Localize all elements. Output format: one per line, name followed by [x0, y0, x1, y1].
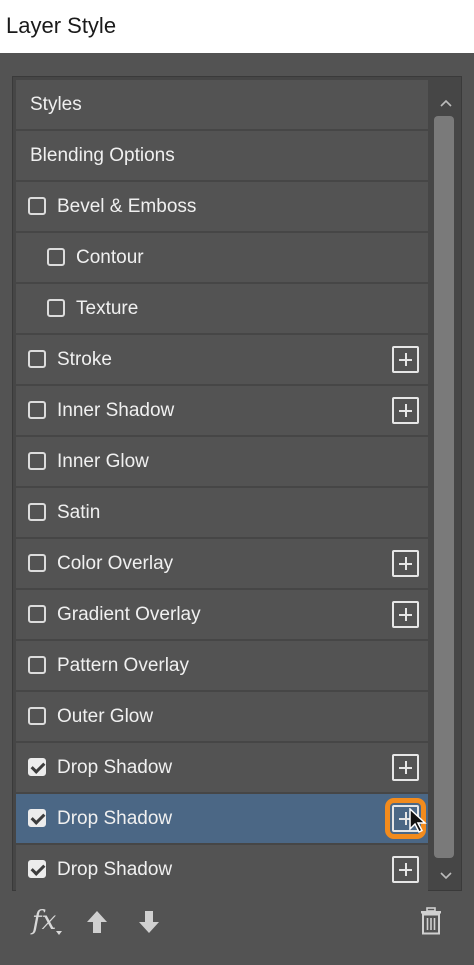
fx-caret-icon — [56, 931, 62, 935]
add-effect-plus-icon[interactable] — [392, 346, 419, 373]
style-row[interactable]: Color Overlay — [16, 539, 428, 588]
add-effect-plus-icon[interactable] — [392, 397, 419, 424]
style-row-label: Styles — [30, 94, 82, 115]
add-effect-plus-icon[interactable] — [392, 856, 419, 883]
style-row[interactable]: Inner Shadow — [16, 386, 428, 435]
style-row-label: Outer Glow — [57, 706, 154, 727]
checkbox[interactable] — [28, 605, 46, 623]
style-row[interactable]: Pattern Overlay — [16, 641, 428, 690]
style-row[interactable]: Drop Shadow — [16, 794, 428, 843]
scrollbar[interactable] — [433, 82, 459, 890]
trash-icon[interactable] — [418, 907, 444, 935]
style-row[interactable]: Inner Glow — [16, 437, 428, 486]
style-row-label: Blending Options — [30, 145, 175, 166]
checkbox[interactable] — [28, 452, 46, 470]
checkbox[interactable] — [28, 707, 46, 725]
style-row-label: Pattern Overlay — [57, 655, 189, 676]
style-row-label: Bevel & Emboss — [57, 196, 197, 217]
add-effect-plus-icon[interactable] — [392, 550, 419, 577]
style-row[interactable]: Drop Shadow — [16, 743, 428, 792]
checked-checkbox[interactable] — [28, 809, 46, 827]
style-row-label: Drop Shadow — [57, 859, 173, 880]
style-row-label: Satin — [57, 502, 101, 523]
panel-footer: fx — [0, 893, 474, 965]
style-row[interactable]: Texture — [16, 284, 428, 333]
style-row-label: Gradient Overlay — [57, 604, 201, 625]
style-row[interactable]: Outer Glow — [16, 692, 428, 741]
checkbox[interactable] — [28, 350, 46, 368]
add-effect-plus-icon[interactable] — [392, 754, 419, 781]
style-row-label: Inner Glow — [57, 451, 149, 472]
scrollbar-thumb[interactable] — [434, 116, 454, 858]
checkbox[interactable] — [28, 401, 46, 419]
checkbox[interactable] — [47, 248, 65, 266]
style-row-label: Stroke — [57, 349, 112, 370]
checkbox[interactable] — [47, 299, 65, 317]
fx-menu-icon[interactable]: fx — [32, 906, 56, 936]
checkbox[interactable] — [28, 197, 46, 215]
checked-checkbox[interactable] — [28, 860, 46, 878]
checked-checkbox[interactable] — [28, 758, 46, 776]
style-row-label: Color Overlay — [57, 553, 174, 574]
style-row-label: Contour — [76, 247, 144, 268]
style-list: Styles Blending Options Bevel & Emboss Cont… — [16, 80, 428, 894]
title-bar: Layer Style — [0, 0, 474, 53]
style-row-label: Inner Shadow — [57, 400, 175, 421]
checkbox[interactable] — [28, 503, 46, 521]
style-row-label: Drop Shadow — [57, 808, 173, 829]
move-up-icon[interactable] — [84, 909, 110, 935]
mouse-cursor-icon — [409, 808, 427, 834]
style-row[interactable]: Styles — [16, 80, 428, 129]
scroll-down-icon[interactable] — [433, 862, 459, 888]
checkbox[interactable] — [28, 554, 46, 572]
checkbox[interactable] — [28, 656, 46, 674]
style-row-label: Drop Shadow — [57, 757, 173, 778]
add-effect-plus-icon[interactable] — [392, 601, 419, 628]
style-row[interactable]: Gradient Overlay — [16, 590, 428, 639]
window-title: Layer Style — [6, 13, 117, 38]
style-row-label: Texture — [76, 298, 139, 319]
style-row[interactable]: Contour — [16, 233, 428, 282]
scroll-up-icon[interactable] — [433, 90, 459, 116]
style-row[interactable]: Blending Options — [16, 131, 428, 180]
style-row[interactable]: Bevel & Emboss — [16, 182, 428, 231]
move-down-icon[interactable] — [136, 909, 162, 935]
style-row[interactable]: Satin — [16, 488, 428, 537]
style-row[interactable]: Drop Shadow — [16, 845, 428, 894]
style-row[interactable]: Stroke — [16, 335, 428, 384]
